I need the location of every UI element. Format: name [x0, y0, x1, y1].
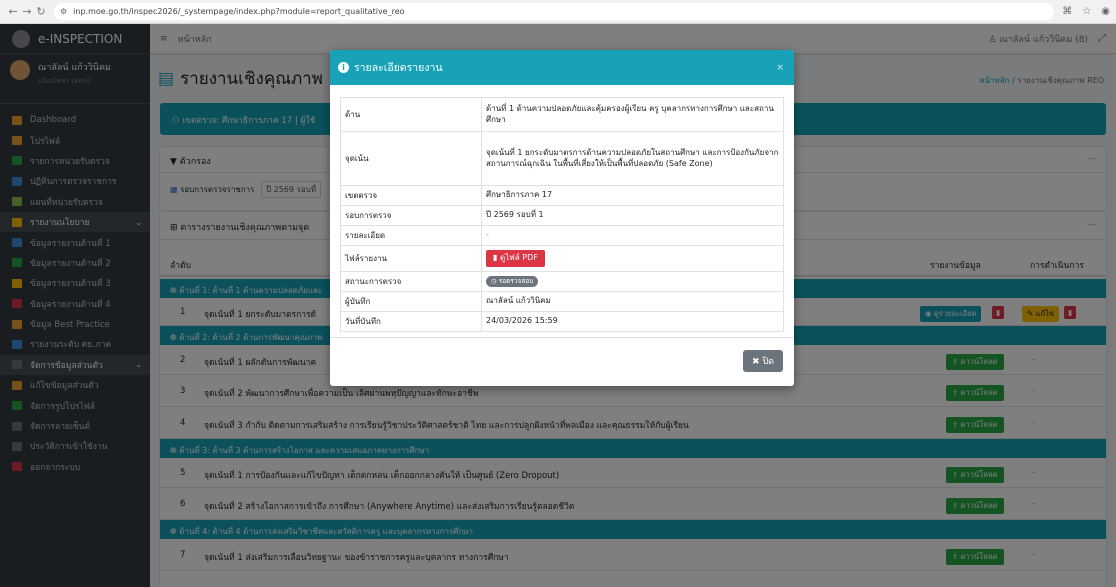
detail-row: รายละเอียด -	[340, 225, 784, 246]
pdf-button-label: ดูไฟล์ PDF	[499, 253, 538, 263]
address-bar[interactable]: ⚙ inp.moe.go.th/inspec2026/_systempage/i…	[54, 3, 1054, 20]
detail-key: ด้าน	[340, 97, 482, 132]
detail-key: รายละเอียด	[340, 225, 482, 246]
reload-icon[interactable]: ↻	[34, 5, 48, 18]
url-text: inp.moe.go.th/inspec2026/_systempage/ind…	[73, 7, 405, 16]
detail-value: ณาลัลน์ แก้ววินิคม	[486, 296, 551, 306]
detail-value-cell: ด้านที่ 1 ด้านความปลอดภัยและคุ้มครองผู้เ…	[481, 97, 784, 132]
detail-value-cell: ณาลัลน์ แก้ววินิคม	[481, 291, 784, 312]
close-icon[interactable]: ×	[776, 63, 784, 73]
forward-icon[interactable]: →	[20, 5, 34, 18]
info-icon: i	[338, 62, 349, 73]
detail-value: ศึกษาธิการภาค 17	[486, 190, 553, 200]
detail-value-cell: 24/03/2026 15:59	[481, 311, 784, 332]
close-button-label: ปิด	[762, 357, 774, 367]
detail-key: สถานะการตรวจ	[340, 271, 482, 292]
pdf-file-icon: ▮	[493, 253, 500, 263]
modal-footer: ✖ ปิด	[330, 337, 794, 386]
detail-key: เขตตรวจ	[340, 185, 482, 206]
profile-icon[interactable]: ◉	[1101, 6, 1110, 17]
status-badge: ◷ รอตรวจสอบ	[486, 276, 539, 287]
detail-key: รอบการตรวจ	[340, 205, 482, 226]
detail-key: ไฟล์รายงาน	[340, 245, 482, 272]
site-settings-icon[interactable]: ⚙	[60, 7, 67, 16]
modal-header: i รายละเอียดรายงาน ×	[330, 50, 794, 85]
detail-value: 24/03/2026 15:59	[486, 316, 558, 326]
detail-value-cell: จุดเน้นที่ 1 ยกระดับมาตรการด้านความปลอดภ…	[481, 131, 784, 186]
detail-key: จุดเน้น	[340, 131, 482, 186]
detail-value: ด้านที่ 1 ด้านความปลอดภัยและคุ้มครองผู้เ…	[486, 103, 774, 124]
detail-value-cell: ▮ ดูไฟล์ PDF	[481, 245, 784, 272]
detail-value: จุดเน้นที่ 1 ยกระดับมาตรการด้านความปลอดภ…	[486, 147, 779, 168]
view-pdf-button[interactable]: ▮ ดูไฟล์ PDF	[486, 250, 545, 267]
app-root: ← → ↻ ⚙ inp.moe.go.th/inspec2026/_system…	[0, 0, 1116, 587]
detail-row: จุดเน้น จุดเน้นที่ 1 ยกระดับมาตรการด้านคว…	[340, 131, 784, 186]
status-label: รอตรวจสอบ	[498, 277, 534, 286]
detail-key: ผู้บันทึก	[340, 291, 482, 312]
detail-row: ผู้บันทึก ณาลัลน์ แก้ววินิคม	[340, 291, 784, 312]
detail-value: ปี 2569 รอบที่ 1	[486, 210, 544, 220]
detail-value-cell: ศึกษาธิการภาค 17	[481, 185, 784, 206]
close-x-icon: ✖	[752, 357, 763, 367]
report-detail-modal: i รายละเอียดรายงาน × ด้าน ด้านที่ 1 ด้านค…	[330, 50, 794, 386]
detail-table: ด้าน ด้านที่ 1 ด้านความปลอดภัยและคุ้มครอง…	[340, 97, 784, 332]
modal-title: รายละเอียดรายงาน	[354, 62, 443, 74]
detail-row: เขตตรวจ ศึกษาธิการภาค 17	[340, 185, 784, 206]
detail-row: รอบการตรวจ ปี 2569 รอบที่ 1	[340, 205, 784, 226]
detail-row: ด้าน ด้านที่ 1 ด้านความปลอดภัยและคุ้มครอง…	[340, 97, 784, 132]
detail-value-cell: ปี 2569 รอบที่ 1	[481, 205, 784, 226]
close-button[interactable]: ✖ ปิด	[743, 350, 783, 372]
detail-row: วันที่บันทึก 24/03/2026 15:59	[340, 311, 784, 332]
detail-value-cell: ◷ รอตรวจสอบ	[481, 271, 784, 292]
clock-icon: ◷	[491, 277, 499, 286]
detail-value: -	[486, 230, 489, 240]
detail-value-cell: -	[481, 225, 784, 246]
detail-key: วันที่บันทึก	[340, 311, 482, 332]
browser-toolbar: ← → ↻ ⚙ inp.moe.go.th/inspec2026/_system…	[0, 0, 1116, 24]
back-icon[interactable]: ←	[6, 5, 20, 18]
detail-row: ไฟล์รายงาน ▮ ดูไฟล์ PDF	[340, 245, 784, 272]
translate-icon[interactable]: ⌘	[1062, 6, 1072, 17]
bookmark-star-icon[interactable]: ☆	[1082, 6, 1091, 17]
detail-row: สถานะการตรวจ ◷ รอตรวจสอบ	[340, 271, 784, 292]
